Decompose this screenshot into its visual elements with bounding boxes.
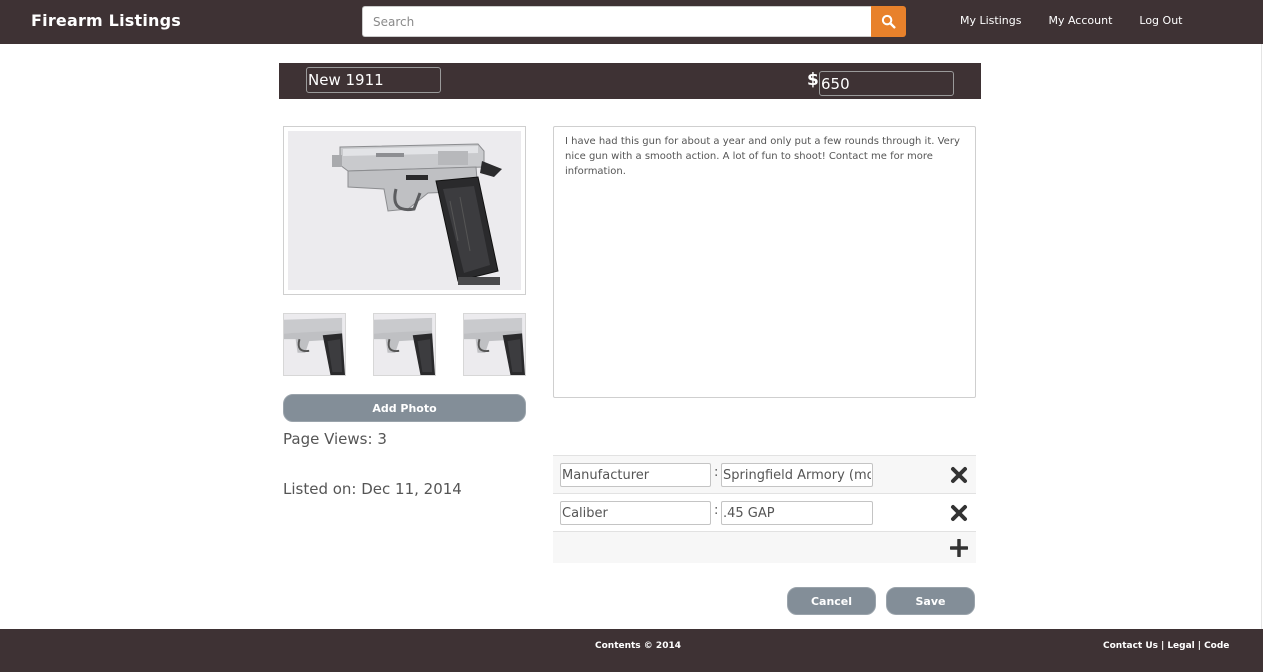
pistol-thumbnail bbox=[284, 314, 345, 375]
remove-attribute-icon[interactable] bbox=[950, 504, 968, 522]
footer-link-contact-us[interactable]: Contact Us bbox=[1103, 641, 1158, 651]
brand-logo-text[interactable]: Firearm Listings bbox=[31, 11, 181, 30]
footer-link-separator: | bbox=[1161, 641, 1165, 651]
top-navbar: Firearm Listings My Listings My Account … bbox=[0, 0, 1263, 44]
attribute-value-input[interactable] bbox=[721, 463, 873, 487]
copyright-text: Contents © 2014 bbox=[595, 641, 681, 651]
pistol-thumbnail bbox=[374, 314, 435, 375]
attribute-separator: : bbox=[714, 465, 719, 480]
search-button[interactable] bbox=[871, 6, 906, 37]
attribute-value-input[interactable] bbox=[721, 501, 873, 525]
pistol-thumbnail bbox=[464, 314, 525, 375]
currency-symbol: $ bbox=[807, 70, 819, 90]
nav-links: My Listings My Account Log Out bbox=[960, 14, 1182, 27]
attribute-row: : bbox=[553, 493, 976, 531]
photo-thumbnail-2[interactable] bbox=[373, 313, 436, 376]
footer-link-separator: | bbox=[1197, 641, 1202, 651]
save-button[interactable]: Save bbox=[886, 587, 975, 615]
add-photo-button[interactable]: Add Photo bbox=[283, 394, 526, 422]
attribute-separator: : bbox=[714, 503, 719, 518]
attribute-row: : bbox=[553, 455, 976, 493]
page-footer: Contents © 2014 Contact Us | Legal | Code bbox=[0, 629, 1263, 672]
page-edge-divider bbox=[1261, 44, 1262, 629]
photo-thumbnail-3[interactable] bbox=[463, 313, 526, 376]
listing-price-input[interactable] bbox=[819, 71, 954, 96]
description-textarea[interactable]: I have had this gun for about a year and… bbox=[553, 126, 976, 398]
nav-my-listings[interactable]: My Listings bbox=[960, 14, 1021, 27]
footer-link-legal[interactable]: Legal bbox=[1167, 641, 1194, 651]
search-bar bbox=[362, 6, 906, 37]
search-icon bbox=[881, 14, 896, 29]
page-views-label: Page Views: 3 bbox=[283, 430, 387, 448]
add-attribute-row bbox=[553, 531, 976, 563]
footer-link-code[interactable]: Code bbox=[1204, 641, 1229, 651]
attributes-table: : : bbox=[553, 455, 976, 563]
footer-links: Contact Us | Legal | Code bbox=[1103, 641, 1229, 651]
nav-my-account[interactable]: My Account bbox=[1048, 14, 1112, 27]
attribute-key-input[interactable] bbox=[560, 463, 711, 487]
listing-title-input[interactable] bbox=[306, 67, 441, 93]
pistol-photo bbox=[288, 131, 521, 290]
photo-thumbnail-1[interactable] bbox=[283, 313, 346, 376]
listing-title-bar: $ bbox=[279, 63, 981, 99]
attribute-key-input[interactable] bbox=[560, 501, 711, 525]
search-input[interactable] bbox=[362, 6, 871, 37]
cancel-button[interactable]: Cancel bbox=[787, 587, 876, 615]
main-photo[interactable] bbox=[283, 126, 526, 295]
add-attribute-icon[interactable] bbox=[950, 539, 968, 557]
listed-on-label: Listed on: Dec 11, 2014 bbox=[283, 480, 462, 498]
nav-log-out[interactable]: Log Out bbox=[1139, 14, 1182, 27]
remove-attribute-icon[interactable] bbox=[950, 466, 968, 484]
